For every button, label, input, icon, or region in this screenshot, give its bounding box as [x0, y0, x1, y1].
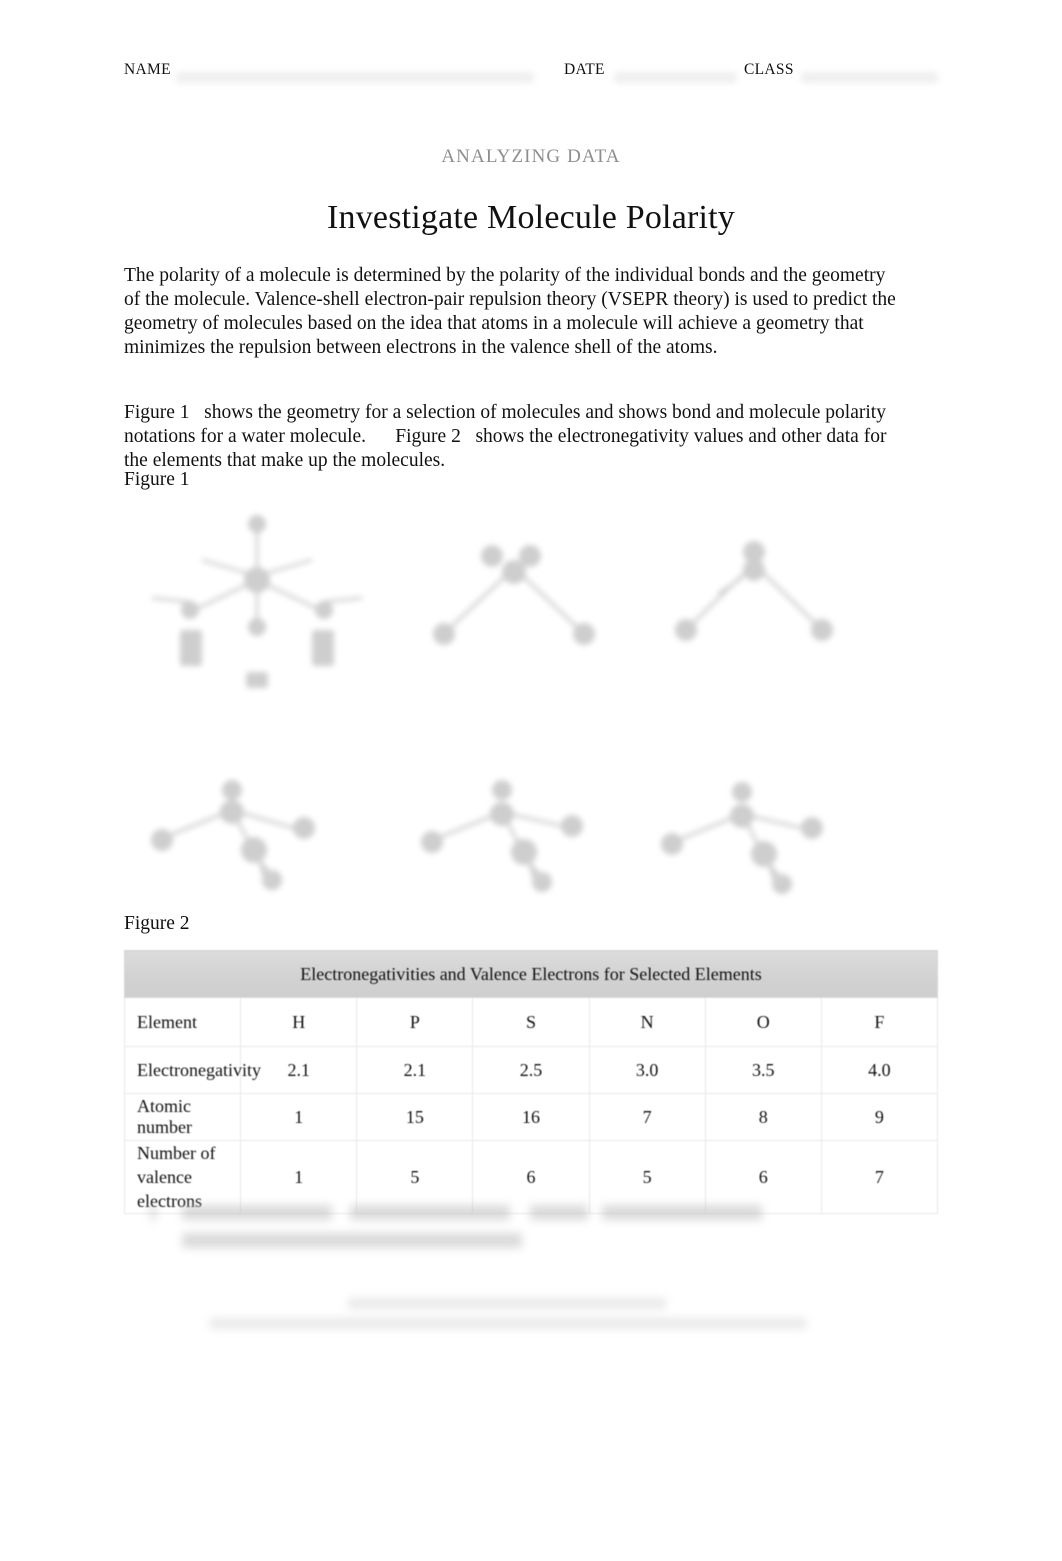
cell-element-f: F: [820, 997, 939, 1047]
trigonal-pyramidal-diagram-3: [654, 774, 854, 894]
electronegativity-table: Electronegativities and Valence Electron…: [123, 950, 939, 1214]
cell-eneg-n: 3.0: [588, 1046, 706, 1094]
bent-molecule-diagram-3: [664, 530, 844, 650]
cell-element-s: S: [472, 997, 590, 1047]
electronegativity-table-wrapper: Electronegativities and Valence Electron…: [123, 950, 939, 1214]
cell-atnum-n: 7: [588, 1093, 706, 1141]
row-header-element: Element: [123, 997, 242, 1047]
page-title: Investigate Molecule Polarity: [326, 198, 736, 236]
cell-element-o: O: [704, 997, 822, 1047]
cell-eneg-o: 3.5: [704, 1046, 822, 1094]
figure-1-caption: Figure 1: [124, 469, 190, 490]
cell-eneg-p: 2.1: [356, 1046, 474, 1094]
section-kicker: ANALYZING DATA: [441, 146, 621, 167]
row-header-atomic-number: Atomic number: [123, 1093, 242, 1141]
cell-atnum-f: 9: [820, 1093, 939, 1141]
figure-2-reference: Figure 2: [395, 425, 461, 447]
cell-element-p: P: [356, 997, 474, 1047]
cell-atnum-h: 1: [240, 1093, 358, 1141]
cell-eneg-f: 4.0: [820, 1046, 939, 1094]
table-row-element: Element H P S N O F: [123, 997, 939, 1047]
figure-1-reference: Figure 1: [124, 401, 190, 423]
class-label: CLASS: [744, 61, 794, 78]
name-write-in-line[interactable]: [176, 72, 534, 83]
obscured-question-text: [150, 1203, 840, 1255]
figure-1-diagrams: [124, 498, 914, 898]
figure-2-caption: Figure 2: [124, 913, 190, 934]
row-header-electronegativity: Electronegativity: [123, 1046, 261, 1094]
date-write-in-line[interactable]: [614, 72, 737, 83]
cell-atnum-o: 8: [704, 1093, 822, 1141]
class-write-in-line[interactable]: [801, 72, 938, 83]
cell-atnum-p: 15: [356, 1093, 474, 1141]
table-row-electronegativity: Electronegativity 2.1 2.1 2.5 3.0 3.5 4.…: [123, 1046, 939, 1094]
document-header: NAME DATE CLASS: [124, 60, 938, 86]
date-label: DATE: [564, 61, 605, 78]
water-polarity-notation-diagram: [132, 502, 382, 692]
trigonal-pyramidal-diagram-1: [144, 770, 344, 890]
bent-molecule-diagram-2: [424, 528, 604, 658]
table-title: Electronegativities and Valence Electron…: [124, 950, 938, 998]
trigonal-pyramidal-diagram-2: [414, 772, 614, 892]
name-label: NAME: [124, 61, 171, 78]
intro-paragraph: The polarity of a molecule is determined…: [124, 264, 896, 359]
table-row-atomic-number: Atomic number 1 15 16 7 8 9: [123, 1093, 939, 1141]
cell-element-n: N: [588, 997, 706, 1047]
figure-reference-paragraph: Figure 1 shows the geometry for a select…: [124, 401, 896, 474]
table-title-row: Electronegativities and Valence Electron…: [124, 950, 938, 998]
cell-element-h: H: [240, 997, 358, 1047]
obscured-footer-text: [210, 1298, 810, 1340]
cell-eneg-s: 2.5: [472, 1046, 590, 1094]
cell-atnum-s: 16: [472, 1093, 590, 1141]
